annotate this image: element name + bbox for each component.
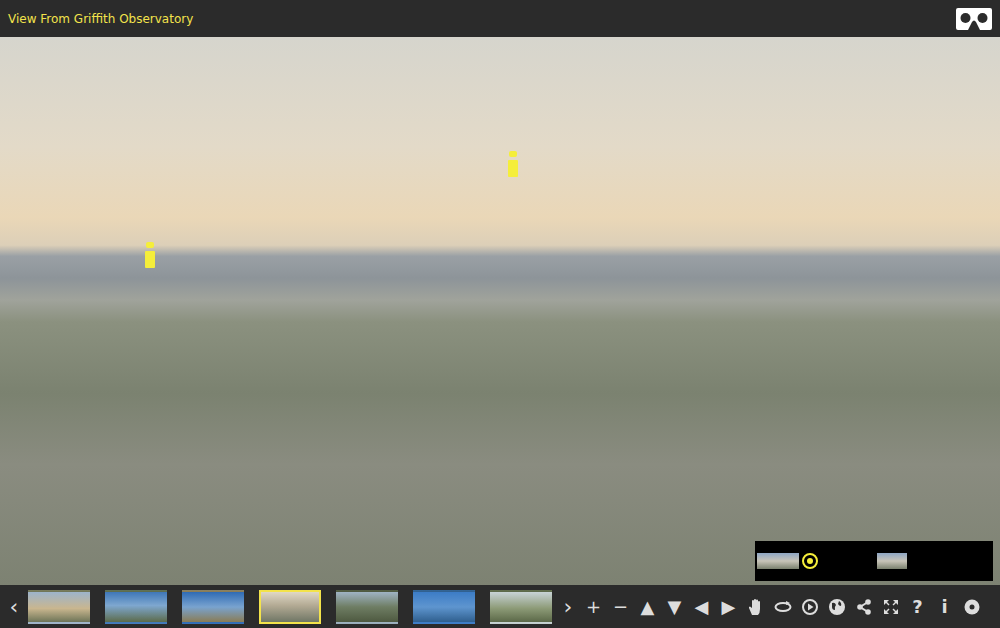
globe-icon bbox=[828, 598, 846, 616]
scene-thumbnail[interactable] bbox=[182, 590, 244, 624]
info-circle-icon bbox=[963, 598, 981, 616]
orbit-icon bbox=[774, 598, 792, 616]
previous-button[interactable]: ‹ bbox=[6, 596, 22, 618]
minimap[interactable] bbox=[755, 541, 993, 581]
help-control-button[interactable]: ? bbox=[904, 592, 931, 622]
window-title: View From Griffith Observatory bbox=[8, 12, 193, 26]
scene-thumbnail[interactable] bbox=[105, 590, 167, 624]
nav-control-button[interactable]: ◀ bbox=[688, 592, 715, 622]
scene-thumbnail[interactable] bbox=[28, 590, 90, 624]
nav-control-button[interactable]: ▶ bbox=[715, 592, 742, 622]
drag-mode-button[interactable] bbox=[742, 592, 769, 622]
scene-thumbnail[interactable] bbox=[490, 590, 552, 624]
control-group: +−▲▼◀▶ ?i bbox=[580, 592, 985, 622]
map-button[interactable] bbox=[823, 592, 850, 622]
panorama-viewer: View From Griffith Observatory ‹ › +−▲▼◀… bbox=[0, 0, 1000, 628]
next-button[interactable]: › bbox=[560, 596, 576, 618]
scene-thumbnail[interactable] bbox=[413, 590, 475, 624]
scene-thumbnail[interactable] bbox=[336, 590, 398, 624]
help-control-button[interactable]: i bbox=[931, 592, 958, 622]
fullscreen-button[interactable] bbox=[877, 592, 904, 622]
view-target-icon[interactable] bbox=[801, 552, 819, 570]
vr-mode-button[interactable] bbox=[955, 7, 993, 31]
about-button[interactable] bbox=[958, 592, 985, 622]
scene-thumbnail[interactable] bbox=[259, 590, 321, 624]
title-bar: View From Griffith Observatory bbox=[0, 0, 1000, 37]
vr-headset-icon bbox=[955, 7, 993, 31]
nav-control-button[interactable]: − bbox=[607, 592, 634, 622]
minimap-strip bbox=[757, 553, 799, 569]
info-hotspot-icon[interactable] bbox=[144, 242, 156, 268]
nav-control-button[interactable]: ▲ bbox=[634, 592, 661, 622]
panorama-view[interactable] bbox=[0, 37, 1000, 585]
share-icon bbox=[855, 598, 873, 616]
nav-control-button[interactable]: ▼ bbox=[661, 592, 688, 622]
toolbar: ‹ › +−▲▼◀▶ ?i bbox=[0, 585, 1000, 628]
autoplay-icon bbox=[801, 598, 819, 616]
nav-control-button[interactable]: + bbox=[580, 592, 607, 622]
info-hotspot-icon[interactable] bbox=[507, 151, 519, 177]
orbit-button[interactable] bbox=[769, 592, 796, 622]
share-button[interactable] bbox=[850, 592, 877, 622]
fullscreen-icon bbox=[882, 598, 900, 616]
minimap-strip bbox=[877, 553, 907, 569]
hand-icon bbox=[747, 598, 765, 616]
thumbnail-strip bbox=[28, 590, 552, 624]
panorama-photo[interactable] bbox=[0, 37, 1000, 585]
autorotate-button[interactable] bbox=[796, 592, 823, 622]
